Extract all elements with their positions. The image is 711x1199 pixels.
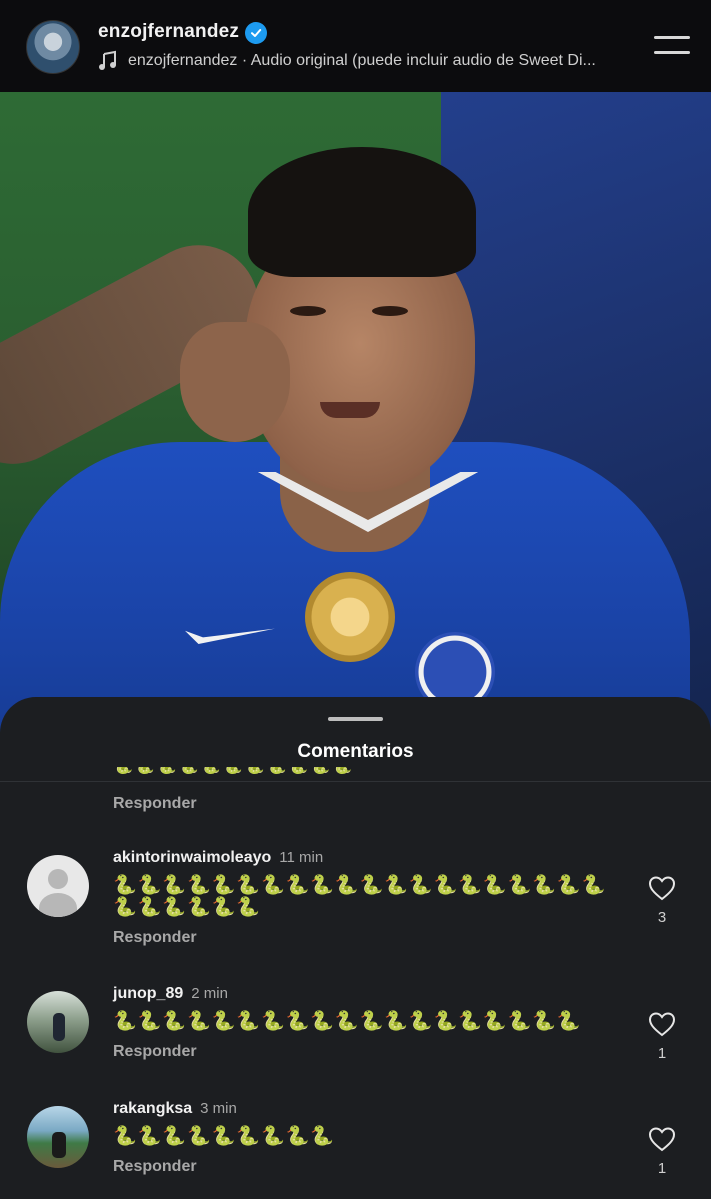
like-button[interactable] xyxy=(648,1126,676,1157)
profile-avatar[interactable] xyxy=(26,20,80,74)
comment-text: 🐍🐍🐍🐍🐍🐍🐍🐍🐍🐍🐍🐍🐍🐍🐍🐍🐍🐍🐍🐍🐍🐍🐍🐍🐍🐍 xyxy=(113,875,607,918)
reply-button[interactable]: Responder xyxy=(113,929,197,947)
sheet-title: Comentarios xyxy=(297,741,414,762)
reply-button[interactable]: Responder xyxy=(113,1043,197,1061)
audio-attribution[interactable]: enzojfernandez · Audio original (puede i… xyxy=(128,52,628,70)
left-eye xyxy=(290,306,326,316)
comment-time: 3 min xyxy=(200,1100,237,1117)
reply-button[interactable]: Responder xyxy=(113,795,197,813)
comment-username[interactable]: rakangksa 3 min xyxy=(113,1100,237,1118)
mouth xyxy=(320,402,380,418)
music-note-icon xyxy=(99,50,116,70)
hand xyxy=(180,322,290,442)
sheet-drag-handle[interactable] xyxy=(328,717,383,721)
comment-time: 2 min xyxy=(191,985,228,1002)
like-count: 3 xyxy=(657,909,667,926)
account-username[interactable]: enzojfernandez xyxy=(98,21,239,43)
reel-video[interactable] xyxy=(0,92,711,732)
comment-text: 🐍🐍🐍🐍🐍🐍🐍🐍🐍 xyxy=(113,1126,335,1147)
avatar[interactable] xyxy=(27,855,89,917)
comment-username-text[interactable]: akintorinwaimoleayo xyxy=(113,849,271,866)
sheet-divider xyxy=(0,781,711,782)
heart-icon xyxy=(648,1127,676,1152)
comment-username-text[interactable]: rakangksa xyxy=(113,1100,192,1117)
partial-comment-text: 🐍🐍🐍🐍🐍🐍🐍🐍🐍🐍🐍 xyxy=(113,767,354,781)
heart-icon xyxy=(648,1012,676,1037)
verified-badge-icon xyxy=(245,22,267,44)
reply-button[interactable]: Responder xyxy=(113,1158,197,1176)
player-hair xyxy=(248,147,476,277)
comments-sheet: Comentarios 🐍🐍🐍🐍🐍🐍🐍🐍🐍🐍🐍 Responder akinto… xyxy=(0,697,711,1199)
like-button[interactable] xyxy=(648,875,676,906)
comment-username-text[interactable]: junop_89 xyxy=(113,985,183,1002)
comment-username[interactable]: akintorinwaimoleayo 11 min xyxy=(113,849,323,867)
like-count: 1 xyxy=(657,1160,667,1177)
comment-text: 🐍🐍🐍🐍🐍🐍🐍🐍🐍🐍🐍🐍🐍🐍🐍🐍🐍🐍🐍 xyxy=(113,1011,582,1032)
champions-badge xyxy=(305,572,395,662)
avatar[interactable] xyxy=(27,1106,89,1168)
comment-time: 11 min xyxy=(279,849,324,866)
reel-header: enzojfernandez enzojfernandez · Audio or… xyxy=(0,0,711,92)
heart-icon xyxy=(648,876,676,901)
like-button[interactable] xyxy=(648,1011,676,1042)
right-eye xyxy=(372,306,408,316)
comment-username[interactable]: junop_89 2 min xyxy=(113,985,228,1003)
like-count: 1 xyxy=(657,1045,667,1062)
avatar[interactable] xyxy=(27,991,89,1053)
menu-icon[interactable] xyxy=(654,36,690,58)
